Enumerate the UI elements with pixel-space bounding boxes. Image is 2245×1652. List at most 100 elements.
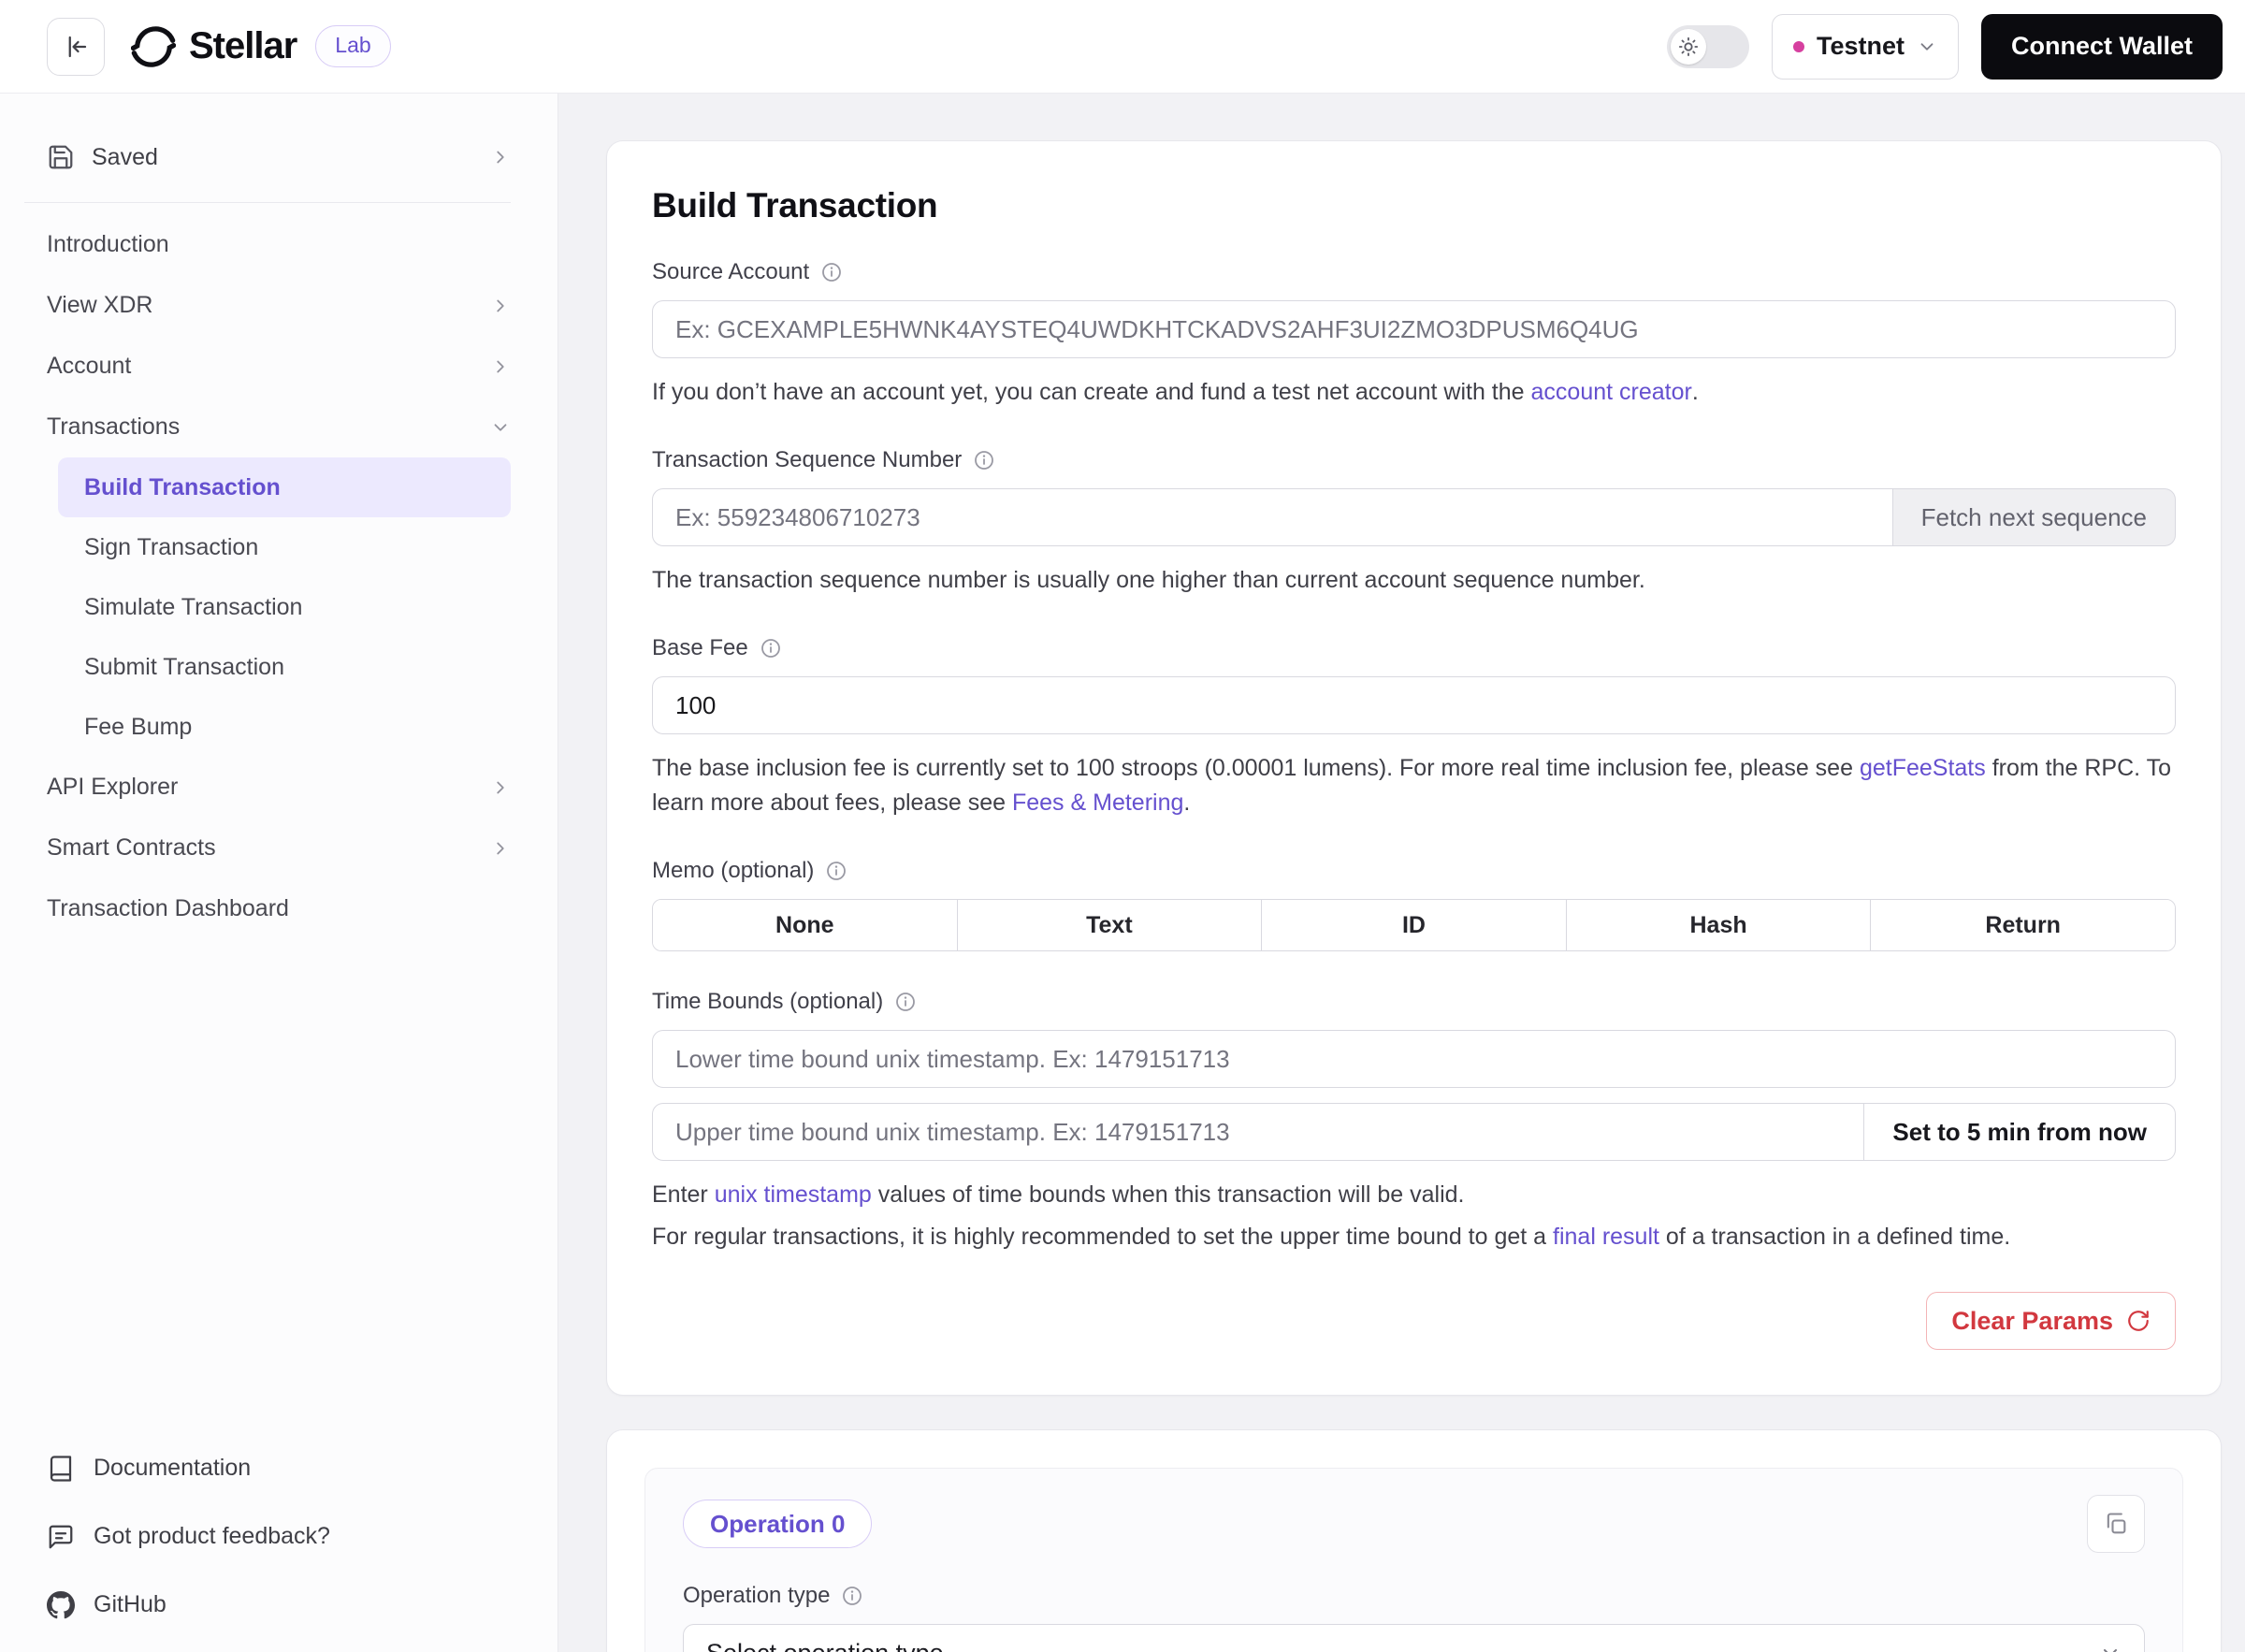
sidebar-nav: Saved Introduction View XDR Account Tran…: [0, 94, 558, 1434]
sidebar-item-label: Submit Transaction: [84, 654, 284, 681]
base-fee-input[interactable]: [652, 676, 2176, 734]
upper-time-bound-input[interactable]: [652, 1103, 1864, 1161]
network-status-dot: [1793, 41, 1804, 52]
sidebar-item-label: Documentation: [94, 1455, 251, 1482]
sidebar-item-label: Fee Bump: [84, 714, 192, 741]
sidebar-item-introduction[interactable]: Introduction: [24, 214, 511, 275]
sidebar-item-sign-transaction[interactable]: Sign Transaction: [58, 517, 511, 577]
account-creator-link[interactable]: account creator: [1531, 379, 1692, 405]
connect-wallet-button[interactable]: Connect Wallet: [1981, 14, 2223, 80]
network-select[interactable]: Testnet: [1772, 14, 1959, 80]
chevron-down-icon: [490, 417, 511, 438]
operation-panel: Operation 0 Operation type Select operat…: [645, 1468, 2183, 1652]
memo-option-hash[interactable]: Hash: [1566, 900, 1871, 950]
memo-option-text[interactable]: Text: [957, 900, 1262, 950]
sidebar-item-label: Introduction: [47, 231, 169, 258]
time-bounds-help-2: For regular transactions, it is highly r…: [652, 1220, 2176, 1254]
sidebar-divider: [24, 202, 511, 203]
page-title: Build Transaction: [652, 186, 2176, 225]
chevron-right-icon: [490, 296, 511, 316]
info-icon[interactable]: [825, 860, 847, 882]
sidebar-item-label: Smart Contracts: [47, 834, 216, 862]
sidebar-item-fee-bump[interactable]: Fee Bump: [58, 697, 511, 757]
sidebar-item-transaction-dashboard[interactable]: Transaction Dashboard: [24, 878, 511, 939]
sidebar-item-label: Sign Transaction: [84, 534, 258, 561]
chevron-down-icon: [1917, 36, 1937, 57]
sidebar-item-transactions[interactable]: Transactions: [24, 397, 511, 457]
memo-segmented-control: None Text ID Hash Return: [652, 899, 2176, 951]
get-fee-stats-link[interactable]: getFeeStats: [1860, 755, 1986, 781]
sidebar-item-label: API Explorer: [47, 774, 178, 801]
sidebar-item-account[interactable]: Account: [24, 336, 511, 397]
sequence-field: Transaction Sequence Number Fetch next s…: [652, 447, 2176, 598]
lab-badge: Lab: [315, 25, 390, 67]
sidebar-item-label: Transactions: [47, 413, 180, 441]
main-content: Build Transaction Source Account If you …: [558, 94, 2245, 1652]
theme-toggle[interactable]: [1667, 25, 1749, 68]
info-icon[interactable]: [760, 637, 782, 659]
brand-name: Stellar: [189, 25, 297, 67]
book-icon: [47, 1455, 75, 1483]
chevron-right-icon: [490, 777, 511, 798]
info-icon[interactable]: [894, 991, 917, 1013]
source-account-input[interactable]: [652, 300, 2176, 358]
info-icon[interactable]: [820, 261, 843, 283]
sidebar-item-api-explorer[interactable]: API Explorer: [24, 757, 511, 818]
operation-type-select-value: Select operation type: [706, 1639, 944, 1652]
brand[interactable]: Stellar Lab: [131, 24, 391, 69]
collapse-sidebar-icon: [62, 33, 90, 61]
network-label: Testnet: [1817, 32, 1905, 61]
time-bounds-field: Time Bounds (optional) Set to 5 min from…: [652, 989, 2176, 1254]
sidebar-item-build-transaction[interactable]: Build Transaction: [58, 457, 511, 517]
info-icon[interactable]: [841, 1585, 863, 1607]
sidebar-transactions-subnav: Build Transaction Sign Transaction Simul…: [24, 457, 511, 757]
source-account-help: If you don’t have an account yet, you ca…: [652, 375, 2176, 410]
refresh-icon: [2126, 1309, 2151, 1333]
sidebar-item-simulate-transaction[interactable]: Simulate Transaction: [58, 577, 511, 637]
info-icon[interactable]: [973, 449, 995, 471]
time-bounds-label: Time Bounds (optional): [652, 989, 883, 1015]
set-5-min-button[interactable]: Set to 5 min from now: [1864, 1103, 2176, 1161]
copy-operation-button[interactable]: [2087, 1495, 2145, 1553]
sidebar-item-saved[interactable]: Saved: [24, 127, 511, 187]
github-icon: [47, 1591, 75, 1619]
sidebar-item-label: Got product feedback?: [94, 1523, 330, 1550]
chevron-right-icon: [490, 356, 511, 377]
fees-metering-link[interactable]: Fees & Metering: [1012, 790, 1183, 816]
sequence-label: Transaction Sequence Number: [652, 447, 962, 473]
base-fee-help: The base inclusion fee is currently set …: [652, 751, 2176, 820]
sequence-help: The transaction sequence number is usual…: [652, 563, 2176, 598]
memo-option-none[interactable]: None: [653, 900, 957, 950]
build-transaction-card: Build Transaction Source Account If you …: [606, 140, 2222, 1396]
collapse-sidebar-button[interactable]: [47, 18, 105, 76]
lower-time-bound-input[interactable]: [652, 1030, 2176, 1088]
memo-option-id[interactable]: ID: [1261, 900, 1566, 950]
operations-card: Operation 0 Operation type Select operat…: [606, 1429, 2222, 1652]
memo-option-return[interactable]: Return: [1870, 900, 2175, 950]
unix-timestamp-link[interactable]: unix timestamp: [715, 1181, 872, 1208]
fetch-next-sequence-button[interactable]: Fetch next sequence: [1893, 488, 2176, 546]
operation-badge[interactable]: Operation 0: [683, 1500, 872, 1548]
copy-icon: [2103, 1511, 2129, 1537]
operation-type-select[interactable]: Select operation type: [683, 1624, 2145, 1652]
sidebar-item-view-xdr[interactable]: View XDR: [24, 275, 511, 336]
sidebar-item-label: GitHub: [94, 1591, 167, 1618]
clear-params-button[interactable]: Clear Params: [1926, 1292, 2176, 1350]
sidebar-item-label: Saved: [92, 144, 158, 171]
sidebar-item-documentation[interactable]: Documentation: [47, 1434, 511, 1502]
final-result-link[interactable]: final result: [1553, 1224, 1659, 1250]
clear-params-label: Clear Params: [1951, 1307, 2113, 1336]
source-account-label: Source Account: [652, 259, 809, 285]
sequence-input[interactable]: [652, 488, 1893, 546]
memo-field: Memo (optional) None Text ID Hash Return: [652, 858, 2176, 951]
sidebar-item-smart-contracts[interactable]: Smart Contracts: [24, 818, 511, 878]
sidebar-item-label: Simulate Transaction: [84, 594, 302, 621]
chat-bubble-icon: [47, 1523, 75, 1551]
base-fee-label: Base Fee: [652, 635, 748, 661]
sidebar-item-submit-transaction[interactable]: Submit Transaction: [58, 637, 511, 697]
chevron-down-icon: [2099, 1642, 2122, 1652]
operation-type-label: Operation type: [683, 1583, 830, 1609]
theme-toggle-knob: [1671, 29, 1706, 65]
sidebar-item-feedback[interactable]: Got product feedback?: [47, 1502, 511, 1571]
sidebar-item-github[interactable]: GitHub: [47, 1571, 511, 1639]
